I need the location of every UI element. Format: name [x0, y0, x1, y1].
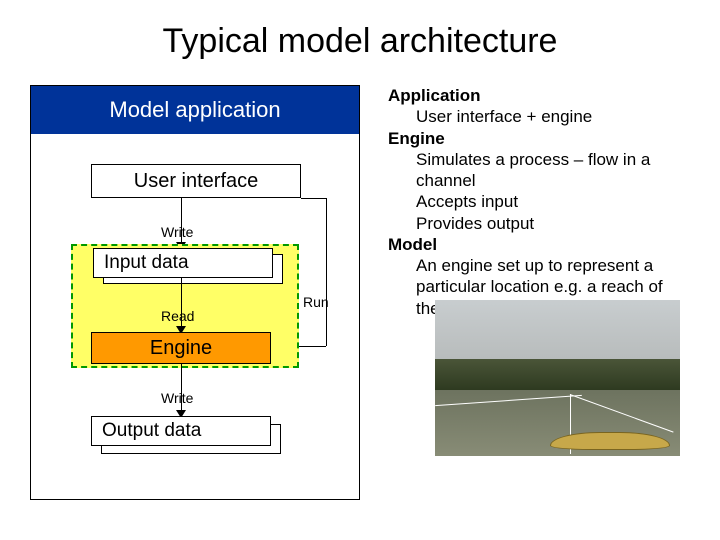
- input-data-box: Input data: [93, 248, 273, 278]
- term-engine: Engine: [388, 128, 690, 149]
- term-model: Model: [388, 234, 690, 255]
- photo-sky: [435, 300, 680, 359]
- desc-engine-1: Simulates a process – flow in a channel: [388, 149, 690, 192]
- term-application: Application: [388, 85, 690, 106]
- canoe-icon: [550, 432, 670, 450]
- connector: [301, 198, 326, 199]
- desc-application: User interface + engine: [388, 106, 690, 127]
- model-application-box: Model application: [31, 86, 359, 134]
- desc-engine-3: Provides output: [388, 213, 690, 234]
- connector: [326, 198, 327, 346]
- architecture-diagram: Model application User interface Write I…: [30, 85, 360, 500]
- run-label: Run: [303, 294, 329, 310]
- user-interface-box: User interface: [91, 164, 301, 198]
- photo-line: [435, 395, 582, 406]
- read-label: Read: [161, 308, 194, 324]
- desc-engine-2: Accepts input: [388, 191, 690, 212]
- write-label-1: Write: [161, 224, 193, 240]
- photo-trees: [435, 359, 680, 390]
- slide-title: Typical model architecture: [0, 0, 720, 61]
- output-data-box: Output data: [91, 416, 271, 446]
- write-label-2: Write: [161, 390, 193, 406]
- engine-box: Engine: [91, 332, 271, 364]
- photo-water: [435, 390, 680, 456]
- photo-line: [570, 394, 674, 433]
- river-photo: [435, 300, 680, 456]
